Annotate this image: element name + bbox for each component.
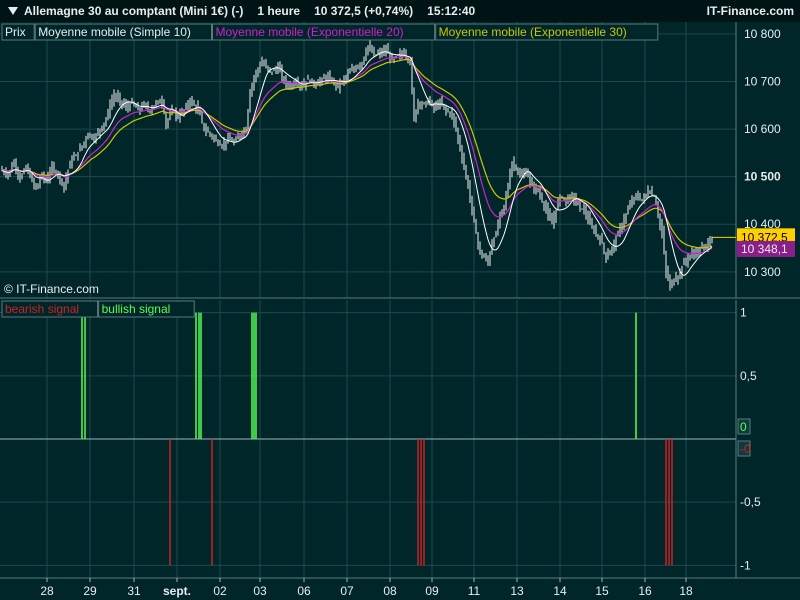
price-panel: 10 80010 70010 60010 50010 40010 30010 3… — [0, 22, 800, 299]
ema-price-label: 10 348,1 — [741, 242, 788, 256]
x-tick-label: 15 — [595, 584, 609, 598]
price-legend-label: Moyenne mobile (Exponentielle 20) — [216, 25, 404, 39]
x-tick-label: 29 — [83, 584, 97, 598]
x-axis: 28 29 31 sept. 02 03 06 07 08 09 11 13 14 15 16 18 — [0, 577, 800, 600]
x-tick-label: 07 — [340, 584, 354, 598]
price-panel-bg — [0, 22, 800, 298]
price-legend-label: Prix — [5, 25, 26, 39]
x-tick-label: 06 — [297, 584, 311, 598]
zero-value-label: -0 — [740, 442, 751, 456]
x-tick-label: 13 — [510, 584, 524, 598]
title-bar: Allemagne 30 au comptant (Mini 1€) (-) 1… — [0, 0, 800, 22]
x-tick-label: 08 — [383, 584, 397, 598]
watermark-text: © IT-Finance.com — [4, 282, 99, 296]
signal-panel: 1 0,5 -0,5 -1 0 -0 bearish signal bullish signa… — [0, 300, 800, 578]
clock-time: 15:12:40 — [427, 4, 476, 18]
price-legend-label: Moyenne mobile (Simple 10) — [38, 25, 191, 39]
timeframe[interactable]: 1 heure — [257, 4, 300, 18]
x-tick-label: 31 — [127, 584, 141, 598]
price-tick-label: 10 300 — [744, 265, 781, 279]
signal-legend-label: bearish signal — [5, 302, 79, 316]
signal-tick-label: 0,5 — [740, 369, 757, 383]
x-tick-label: 09 — [425, 584, 439, 598]
x-tick-label: 18 — [679, 584, 693, 598]
price-tick-label: 10 600 — [744, 122, 781, 136]
x-tick-label: 28 — [40, 584, 54, 598]
price-tick-label: 10 500 — [744, 170, 781, 184]
signal-tick-label: 1 — [740, 306, 747, 320]
x-tick-label: 14 — [553, 584, 567, 598]
chart-area: 10 80010 70010 60010 50010 40010 30010 3… — [0, 22, 800, 600]
brand-logo: IT-Finance.com — [706, 4, 794, 18]
instrument-name[interactable]: Allemagne 30 au comptant (Mini 1€) (-) — [24, 4, 243, 18]
price-change: 10 372,5 (+0,74%) — [314, 4, 414, 18]
dropdown-triangle-icon[interactable] — [8, 7, 18, 15]
price-legend-label: Moyenne mobile (Exponentielle 30) — [439, 25, 627, 39]
x-tick-label: 11 — [468, 584, 481, 598]
x-tick-label: sept. — [163, 584, 191, 598]
x-tick-label: 03 — [253, 584, 267, 598]
price-tick-label: 10 700 — [744, 74, 781, 88]
signal-tick-label: -1 — [740, 558, 751, 572]
zero-value-label: 0 — [740, 420, 747, 434]
x-tick-label: 16 — [638, 584, 652, 598]
signal-tick-label: -0,5 — [740, 495, 761, 509]
price-tick-label: 10 800 — [744, 27, 781, 41]
signal-legend-label: bullish signal — [102, 302, 171, 316]
x-tick-label: 02 — [213, 584, 227, 598]
